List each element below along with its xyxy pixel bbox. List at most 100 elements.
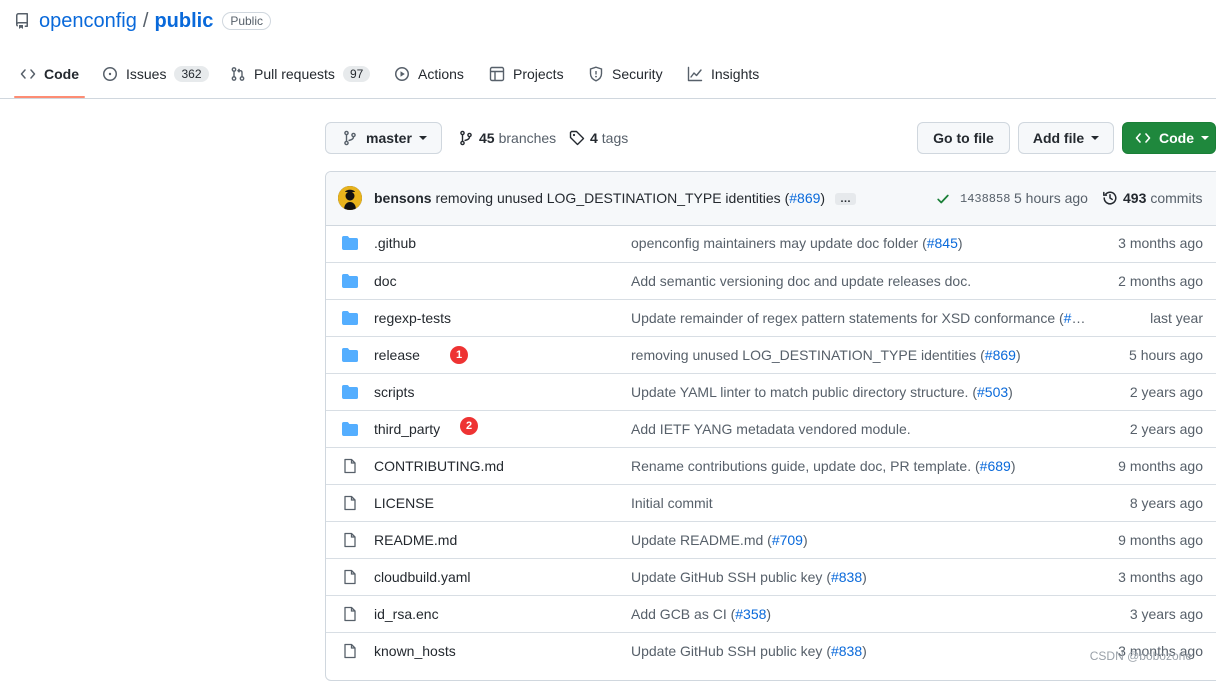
file-commit-message[interactable]: Update YAML linter to match public direc… (631, 384, 1089, 400)
file-name-link[interactable]: known_hosts (374, 643, 456, 659)
file-name-link[interactable]: cloudbuild.yaml (374, 569, 471, 585)
git-branch-icon (460, 130, 472, 146)
avatar-icon (338, 186, 362, 210)
commit-author-link[interactable]: bensons (374, 190, 432, 206)
branches-link[interactable]: 45 branches (458, 128, 556, 148)
repo-book-icon (15, 13, 28, 29)
file-list-box: bensons removing unused LOG_DESTINATION_… (325, 171, 1216, 681)
tab-security[interactable]: Security (588, 51, 663, 97)
file-commit-message[interactable]: Rename contributions guide, update doc, … (631, 458, 1089, 474)
file-name-link[interactable]: scripts (374, 384, 414, 400)
commits-history-link[interactable]: 493 commits (1102, 190, 1202, 206)
repo-name-link[interactable]: public (154, 10, 213, 33)
file-commit-pr-link[interactable]: #689 (980, 458, 1011, 474)
file-icon (344, 569, 356, 585)
file-commit-pr-link[interactable]: #5… (1064, 310, 1089, 326)
tab-issues[interactable]: Issues 362 (102, 51, 209, 97)
latest-commit-message: bensons removing unused LOG_DESTINATION_… (374, 190, 856, 206)
file-commit-pr-link[interactable]: #838 (831, 569, 862, 585)
file-commit-text: Update GitHub SSH public key ( (631, 569, 831, 585)
tag-icon (569, 130, 585, 146)
latest-commit-bar: bensons removing unused LOG_DESTINATION_… (326, 172, 1216, 226)
tab-projects-label: Projects (513, 66, 564, 82)
file-name-link[interactable]: LICENSE (374, 495, 434, 511)
file-commit-text: Add IETF YANG metadata vendored module. (631, 421, 911, 437)
file-icon (344, 606, 356, 622)
file-name-link[interactable]: doc (374, 273, 397, 289)
file-commit-pr-link[interactable]: #869 (985, 347, 1016, 363)
file-name-link[interactable]: third_party (374, 421, 440, 437)
commits-label: commits (1150, 190, 1203, 206)
history-icon (1103, 191, 1117, 205)
file-commit-message[interactable]: Update remainder of regex pattern statem… (631, 310, 1089, 326)
tab-insights[interactable]: Insights (687, 51, 759, 97)
add-file-button[interactable]: Add file (1018, 122, 1114, 154)
file-commit-pr-link[interactable]: #503 (977, 384, 1008, 400)
file-commit-message[interactable]: openconfig maintainers may update doc fo… (631, 235, 1089, 251)
file-commit-message[interactable]: Update GitHub SSH public key (#838) (631, 643, 1089, 659)
file-row[interactable]: .github openconfig maintainers may update… (326, 225, 1216, 262)
commit-message-text: removing unused LOG_DESTINATION_TYPE ide… (435, 190, 790, 206)
file-commit-pr-link[interactable]: #358 (735, 606, 766, 622)
tags-link[interactable]: 4 tags (569, 128, 628, 148)
file-row[interactable]: cloudbuild.yaml Update GitHub SSH public … (326, 558, 1216, 595)
file-commit-text: Rename contributions guide, update doc, … (631, 458, 980, 474)
check-icon[interactable] (936, 192, 950, 206)
tab-actions[interactable]: Actions (394, 51, 464, 97)
git-branch-icon (344, 130, 356, 146)
file-name-link[interactable]: .github (374, 235, 416, 251)
file-name-link[interactable]: release (374, 347, 420, 363)
file-commit-text: Initial commit (631, 495, 713, 511)
file-row[interactable]: known_hosts Update GitHub SSH public key … (326, 632, 1216, 669)
file-row[interactable]: regexp-tests Update remainder of regex pa… (326, 299, 1216, 336)
file-commit-text: Add GCB as CI ( (631, 606, 736, 622)
branch-select-button[interactable]: master (325, 122, 442, 154)
file-commit-pr-link[interactable]: #709 (772, 532, 803, 548)
file-name-link[interactable]: regexp-tests (374, 310, 451, 326)
file-commit-message[interactable]: Add IETF YANG metadata vendored module. (631, 421, 1089, 437)
file-age: 3 years ago (1129, 606, 1203, 622)
file-row[interactable]: CONTRIBUTING.md Rename contributions guid… (326, 447, 1216, 484)
tab-projects[interactable]: Projects (489, 51, 564, 97)
folder-icon (342, 236, 358, 250)
commit-pr-link[interactable]: #869 (789, 190, 820, 206)
file-commit-message[interactable]: Add GCB as CI (#358) (631, 606, 1089, 622)
commit-message[interactable]: removing unused LOG_DESTINATION_TYPE ide… (435, 190, 825, 206)
file-commit-message[interactable]: Initial commit (631, 495, 1089, 511)
file-commit-end: ) (957, 235, 963, 251)
file-name-link[interactable]: id_rsa.enc (374, 606, 439, 622)
file-commit-message[interactable]: Add semantic versioning doc and update r… (631, 273, 1089, 289)
code-dropdown-button[interactable]: Code (1122, 122, 1216, 154)
file-commit-end: ) (862, 569, 867, 585)
tab-security-label: Security (612, 66, 663, 82)
file-commit-message[interactable]: Update README.md (#709) (631, 532, 1089, 548)
code-icon (1135, 133, 1151, 143)
expand-commit-button[interactable]: … (834, 193, 856, 206)
repo-owner-link[interactable]: openconfig (39, 10, 137, 33)
go-to-file-button[interactable]: Go to file (917, 122, 1010, 154)
file-row[interactable]: LICENSE Initial commit 8 years ago (326, 484, 1216, 521)
file-commit-message[interactable]: removing unused LOG_DESTINATION_TYPE ide… (631, 347, 1089, 363)
commit-sha-link[interactable]: 1438858 (960, 192, 1010, 206)
file-commit-text: removing unused LOG_DESTINATION_TYPE ide… (631, 347, 985, 363)
tab-pull-requests-label: Pull requests (254, 66, 335, 82)
file-commit-message[interactable]: Update GitHub SSH public key (#838) (631, 569, 1089, 585)
tab-pull-requests[interactable]: Pull requests 97 (230, 51, 371, 97)
file-age: 5 hours ago (1129, 347, 1203, 363)
file-row[interactable]: scripts Update YAML linter to match publi… (326, 373, 1216, 410)
file-row[interactable]: doc Add semantic versioning doc and updat… (326, 262, 1216, 299)
chevron-down-icon (1201, 136, 1209, 140)
file-row[interactable]: README.md Update README.md (#709) 9 months… (326, 521, 1216, 558)
avatar[interactable] (338, 186, 362, 210)
file-name-link[interactable]: README.md (374, 532, 457, 548)
repo-nav: Code Issues 362 Pull requests 97 Actions… (0, 51, 1216, 99)
tab-code[interactable]: Code (14, 51, 85, 98)
file-commit-end: ) (862, 643, 867, 659)
file-name-link[interactable]: CONTRIBUTING.md (374, 458, 504, 474)
file-age: 9 months ago (1118, 458, 1203, 474)
file-commit-pr-link[interactable]: #838 (831, 643, 862, 659)
annotation-marker-2: 2 (460, 417, 478, 435)
file-commit-end: ) (766, 606, 772, 622)
file-row[interactable]: id_rsa.enc Add GCB as CI (#358) 3 years ag… (326, 595, 1216, 632)
file-commit-pr-link[interactable]: #845 (927, 235, 958, 251)
